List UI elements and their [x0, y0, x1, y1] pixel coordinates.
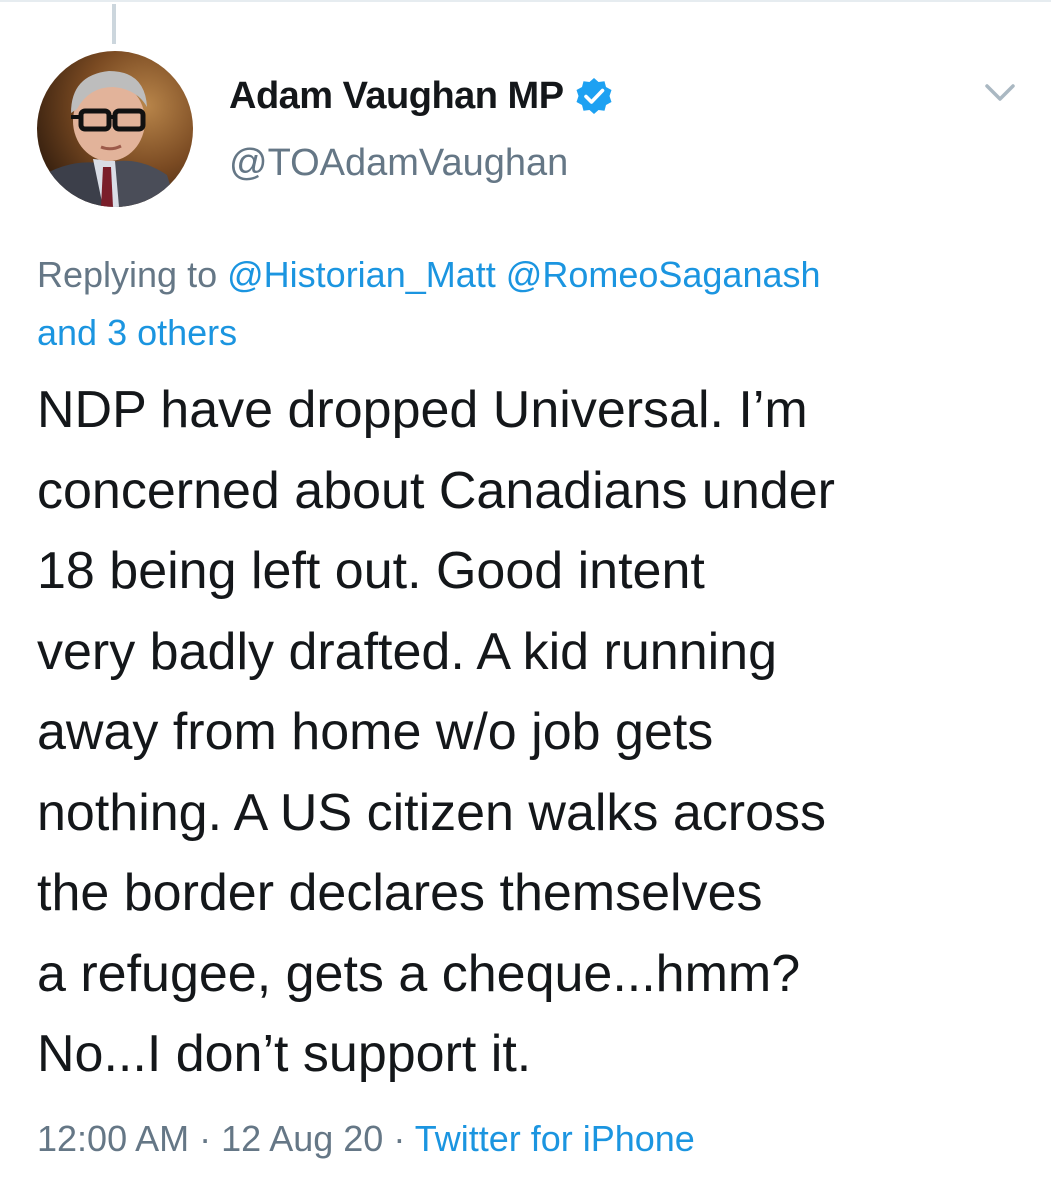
tweet-text: NDP have dropped Universal. I’m concerne… — [37, 381, 835, 1083]
meta-separator: · — [199, 1118, 212, 1159]
top-border — [0, 0, 1051, 2]
tweet-time[interactable]: 12:00 AM — [37, 1118, 189, 1159]
reply-mention-link[interactable]: @Historian_Matt — [227, 254, 496, 295]
avatar[interactable] — [37, 51, 193, 207]
author-display-name[interactable]: Adam Vaughan MP — [229, 75, 564, 118]
tweet-source-link[interactable]: Twitter for iPhone — [415, 1118, 695, 1159]
author-handle[interactable]: @TOAdamVaughan — [229, 142, 568, 185]
thread-connector-line — [112, 4, 116, 44]
meta-separator: · — [393, 1118, 406, 1159]
reply-others-link[interactable]: and 3 others — [37, 312, 237, 353]
reply-mention-link[interactable]: @RomeoSaganash — [506, 254, 821, 295]
reply-prefix: Replying to — [37, 254, 218, 295]
tweet-meta: 12:00 AM · 12 Aug 20 · Twitter for iPhon… — [37, 1114, 695, 1164]
author-row: Adam Vaughan MP — [229, 68, 614, 124]
chevron-down-icon[interactable] — [982, 80, 1018, 106]
tweet-date[interactable]: 12 Aug 20 — [221, 1118, 383, 1159]
reply-context: Replying to @Historian_Matt @RomeoSagana… — [37, 246, 1017, 362]
verified-badge-icon — [574, 76, 614, 116]
avatar-photo-icon — [37, 51, 193, 207]
